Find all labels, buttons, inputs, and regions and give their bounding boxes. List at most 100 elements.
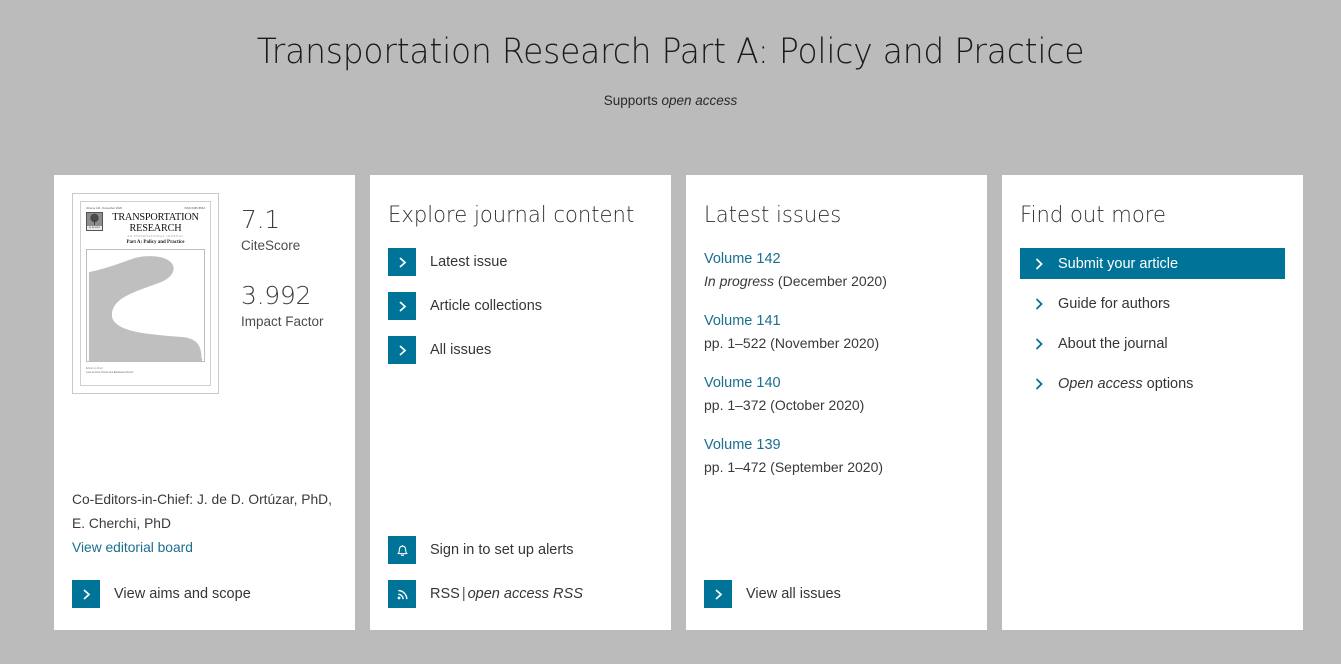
guide-for-authors-link[interactable]: Guide for authors bbox=[1020, 288, 1285, 319]
page-title: Transportation Research Part A: Policy a… bbox=[256, 32, 1085, 72]
issue-status: pp. 1–522 bbox=[704, 335, 767, 351]
editors-line-2: E. Cherchi, PhD bbox=[72, 516, 171, 531]
journal-homepage: Transportation Research Part A: Policy a… bbox=[0, 0, 1341, 664]
explore-card-alerts: Sign in to set up alerts RSS | open access… bbox=[388, 536, 583, 608]
find-out-more-heading: Find out more bbox=[1020, 203, 1166, 228]
chevron-right-icon bbox=[1031, 297, 1047, 311]
about-the-journal-label: About the journal bbox=[1058, 335, 1168, 352]
editors-line-1: Co-Editors-in-Chief: J. de D. Ortúzar, P… bbox=[72, 492, 332, 507]
submit-your-article-label: Submit your article bbox=[1058, 255, 1179, 272]
issue-volume-link[interactable]: Volume 140 bbox=[704, 372, 969, 394]
issue-volume-link[interactable]: Volume 139 bbox=[704, 434, 969, 456]
all-issues-link[interactable]: All issues bbox=[388, 336, 653, 364]
chevron-right-icon bbox=[704, 580, 732, 608]
about-the-journal-link[interactable]: About the journal bbox=[1020, 328, 1285, 359]
rss-icon bbox=[388, 580, 416, 608]
chevron-right-icon bbox=[72, 580, 100, 608]
issue-status: In progress bbox=[704, 273, 775, 289]
supports-prefix: Supports bbox=[603, 93, 662, 108]
submit-your-article-button[interactable]: Submit your article bbox=[1020, 248, 1285, 279]
citescore-label: CiteScore bbox=[241, 238, 301, 253]
journal-cover-image[interactable]: Volume 141, November 2020 ISSN 0965-8564… bbox=[72, 193, 219, 394]
issue-item: Volume 140 pp. 1–372 (October 2020) bbox=[704, 372, 969, 416]
chevron-right-icon bbox=[1031, 257, 1047, 271]
issue-date: (September 2020) bbox=[766, 459, 884, 475]
open-access-options-link[interactable]: Open access options bbox=[1020, 368, 1285, 399]
issue-status: pp. 1–372 bbox=[704, 397, 767, 413]
chevron-right-icon bbox=[1031, 337, 1047, 351]
metric-citescore: 7.1 CiteScore bbox=[241, 205, 324, 255]
open-access-label: open access bbox=[661, 93, 738, 108]
article-collections-link[interactable]: Article collections bbox=[388, 292, 653, 320]
explore-journal-content-card: Explore journal content Latest issue Art… bbox=[370, 175, 671, 630]
issue-date: (October 2020) bbox=[766, 397, 865, 413]
issue-item: Volume 142 In progress (December 2020) bbox=[704, 248, 969, 292]
chevron-right-icon bbox=[1031, 377, 1047, 391]
journal-info-card: Volume 141, November 2020 ISSN 0965-8564… bbox=[54, 175, 355, 630]
view-all-issues-button[interactable]: View all issues bbox=[704, 580, 841, 608]
elsevier-logo-icon: ELSEVIER bbox=[86, 212, 103, 231]
find-out-more-card: Find out more Submit your article Guide … bbox=[1002, 175, 1303, 630]
cover-road-graphic bbox=[86, 249, 205, 362]
latest-issue-label: Latest issue bbox=[430, 254, 508, 270]
supports-open-access: Supports open access bbox=[0, 92, 1341, 109]
all-issues-label: All issues bbox=[430, 342, 492, 358]
sign-in-alerts-label: Sign in to set up alerts bbox=[430, 542, 574, 558]
cover-and-metrics: Volume 141, November 2020 ISSN 0965-8564… bbox=[72, 193, 337, 394]
rss-link[interactable]: RSS | open access RSS bbox=[388, 580, 583, 608]
issue-date: (November 2020) bbox=[766, 335, 880, 351]
issue-meta: pp. 1–472 (September 2020) bbox=[704, 456, 969, 478]
issue-date: (December 2020) bbox=[774, 273, 887, 289]
chevron-right-icon bbox=[388, 292, 416, 320]
citescore-value: 7.1 bbox=[241, 205, 280, 234]
rss-plain-label: RSS bbox=[430, 586, 460, 602]
cover-title-line2: RESEARCH bbox=[129, 223, 182, 234]
issue-volume-link[interactable]: Volume 141 bbox=[704, 310, 969, 332]
rss-separator: | bbox=[461, 586, 466, 602]
explore-heading: Explore journal content bbox=[388, 203, 635, 228]
metric-impact-factor: 3.992 Impact Factor bbox=[241, 281, 324, 331]
cover-issn-text: ISSN 0965-8564 bbox=[184, 207, 205, 210]
view-aims-and-scope-button[interactable]: View aims and scope bbox=[72, 580, 251, 608]
cards-row: Volume 141, November 2020 ISSN 0965-8564… bbox=[54, 175, 1303, 630]
cover-top-row: Volume 141, November 2020 ISSN 0965-8564 bbox=[86, 207, 205, 211]
view-all-issues-label: View all issues bbox=[746, 586, 841, 602]
open-access-options-label: Open access options bbox=[1058, 374, 1193, 394]
journal-card-actions: View aims and scope bbox=[72, 580, 251, 608]
impact-factor-label: Impact Factor bbox=[241, 314, 324, 329]
issue-item: Volume 141 pp. 1–522 (November 2020) bbox=[704, 310, 969, 354]
issue-meta: In progress (December 2020) bbox=[704, 270, 969, 292]
issue-status: pp. 1–472 bbox=[704, 459, 767, 475]
cover-volume-text: Volume 141, November 2020 bbox=[86, 207, 123, 210]
chevron-right-icon bbox=[388, 336, 416, 364]
guide-for-authors-label: Guide for authors bbox=[1058, 295, 1171, 312]
latest-issue-link[interactable]: Latest issue bbox=[388, 248, 653, 276]
issue-meta: pp. 1–372 (October 2020) bbox=[704, 394, 969, 416]
latest-issues-actions: View all issues bbox=[704, 580, 841, 608]
issue-meta: pp. 1–522 (November 2020) bbox=[704, 332, 969, 354]
open-access-rest-part: options bbox=[1142, 375, 1194, 392]
latest-issues-card: Latest issues Volume 142 In progress (De… bbox=[686, 175, 987, 630]
issue-volume-link[interactable]: Volume 142 bbox=[704, 248, 969, 270]
view-editorial-board-link[interactable]: View editorial board bbox=[72, 536, 339, 560]
elsevier-wordmark: ELSEVIER bbox=[87, 226, 102, 230]
bell-icon bbox=[388, 536, 416, 564]
open-access-italic-part: Open access bbox=[1058, 375, 1143, 392]
journal-metrics: 7.1 CiteScore 3.992 Impact Factor bbox=[219, 193, 324, 331]
view-aims-and-scope-label: View aims and scope bbox=[114, 586, 251, 602]
impact-factor-value: 3.992 bbox=[241, 281, 312, 310]
rss-label: RSS | open access RSS bbox=[430, 584, 583, 604]
find-out-more-list: Submit your article Guide for authors Ab… bbox=[1020, 248, 1285, 399]
cover-part-line: Part A: Policy and Practice bbox=[126, 240, 185, 245]
cover-footer-text: Editors-in-Chief Juan de Dios Ortúzar an… bbox=[86, 367, 205, 374]
article-collections-label: Article collections bbox=[430, 298, 543, 314]
chevron-right-icon bbox=[388, 248, 416, 276]
latest-issues-heading: Latest issues bbox=[704, 203, 842, 228]
rss-open-access-label: open access RSS bbox=[467, 586, 583, 602]
cover-footer-line2: Juan de Dios Ortúzar and Elisabetta Cher… bbox=[86, 370, 134, 374]
page-header: Transportation Research Part A: Policy a… bbox=[0, 0, 1341, 109]
issue-item: Volume 139 pp. 1–472 (September 2020) bbox=[704, 434, 969, 478]
cover-title-line1: TRANSPORTATION bbox=[112, 212, 199, 223]
editors-block: Co-Editors-in-Chief: J. de D. Ortúzar, P… bbox=[72, 488, 339, 560]
sign-in-alerts-button[interactable]: Sign in to set up alerts bbox=[388, 536, 583, 564]
